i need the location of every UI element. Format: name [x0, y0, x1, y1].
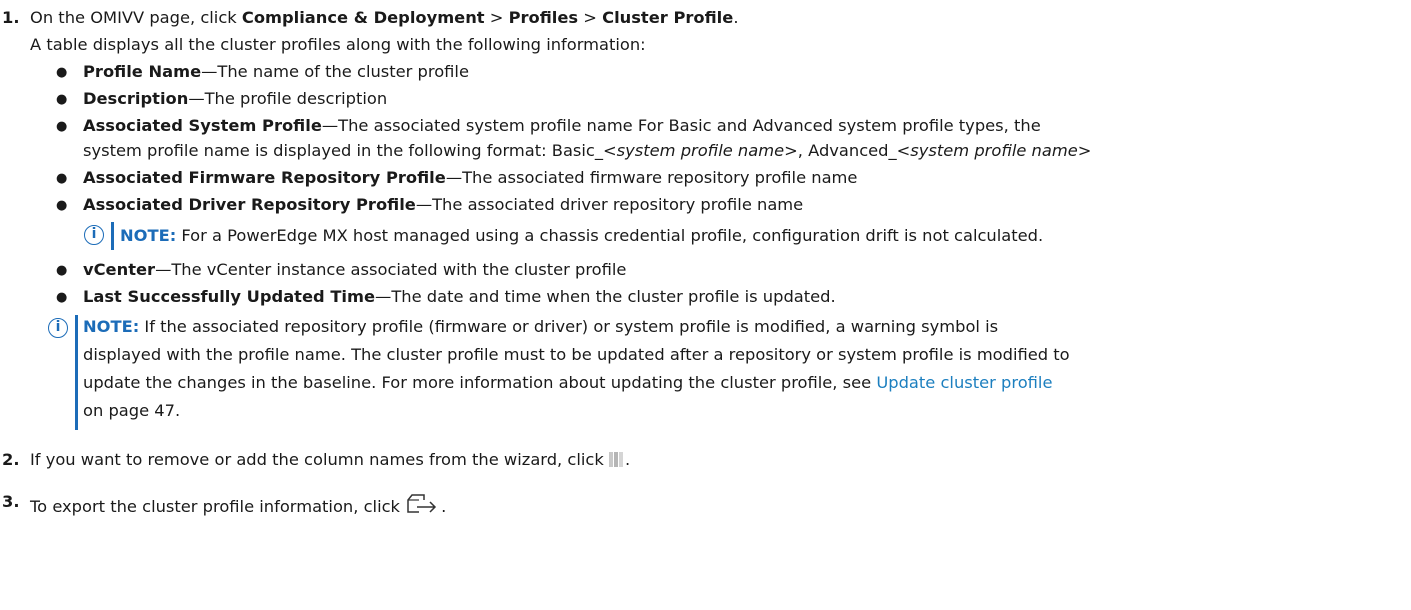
step-1-intro: A table displays all the cluster profile…	[30, 35, 646, 54]
step-1-text: On the OMIVV page, click Compliance & De…	[30, 8, 739, 27]
note-bar	[111, 222, 114, 250]
bullet-icon: ●	[56, 119, 68, 134]
column-chooser-icon[interactable]	[608, 452, 625, 467]
step-number: 2.	[2, 450, 20, 469]
bullet-icon: ●	[56, 92, 68, 107]
menu-profiles: Profiles	[508, 8, 579, 27]
step-number: 3.	[2, 492, 20, 511]
menu-compliance-deployment: Compliance & Deployment	[241, 8, 485, 27]
note-label: NOTE:	[120, 226, 177, 245]
bullet-icon: ●	[56, 171, 68, 186]
note-label: NOTE:	[83, 317, 140, 336]
update-cluster-profile-link[interactable]: Update cluster profile	[876, 373, 1052, 392]
step-number: 1.	[2, 8, 20, 27]
bullet-icon: ●	[56, 65, 68, 80]
info-icon: i	[84, 225, 104, 245]
bullet-icon: ●	[56, 290, 68, 305]
info-icon: i	[48, 318, 68, 338]
menu-cluster-profile: Cluster Profile	[602, 8, 734, 27]
bullet-icon: ●	[56, 263, 68, 278]
note-bar	[75, 315, 78, 430]
export-icon[interactable]	[405, 492, 441, 518]
bullet-icon: ●	[56, 198, 68, 213]
